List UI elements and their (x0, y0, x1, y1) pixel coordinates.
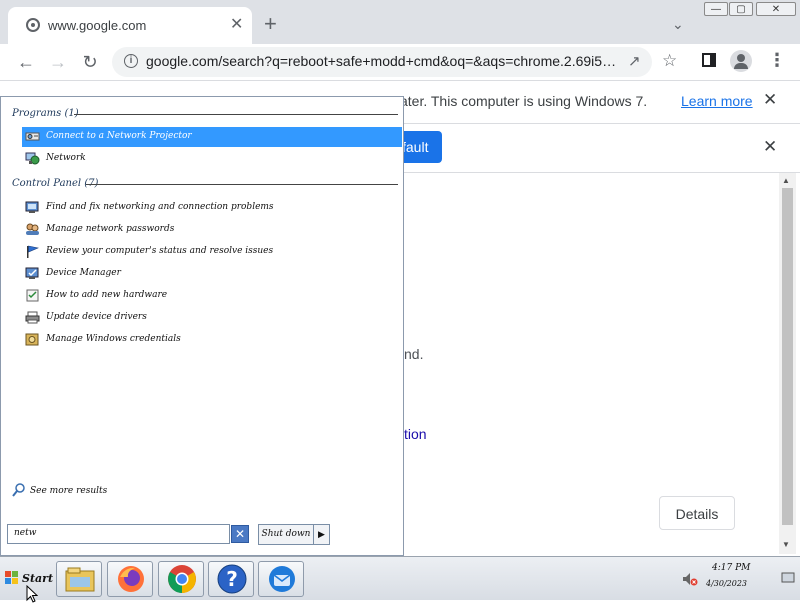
result-label: Find and fix networking and connection p… (46, 202, 274, 212)
volume-muted-icon[interactable] (682, 572, 698, 586)
details-button[interactable]: Details (659, 496, 735, 530)
infobar-message: ater. This computer is using Windows 7. (400, 93, 648, 109)
result-label: Manage Windows credentials (46, 334, 181, 344)
shutdown-options-arrow[interactable]: ▶ (313, 524, 330, 545)
result-find-fix-network[interactable]: Find and fix networking and connection p… (22, 198, 402, 218)
result-update-drivers[interactable]: Update device drivers (22, 308, 402, 328)
magnifier-icon (12, 483, 25, 497)
windows-explorer-icon (65, 567, 95, 592)
maximize-button[interactable]: ▢ (729, 2, 753, 16)
scrollbar-thumb[interactable] (782, 188, 793, 525)
shutdown-button[interactable]: Shut down (258, 524, 314, 545)
infobar-close-icon[interactable]: ✕ (763, 90, 777, 110)
tab-close-icon[interactable]: ✕ (230, 17, 243, 33)
tab-search-icon[interactable]: ⌄ (672, 16, 684, 33)
clock-time[interactable]: 4:17 PM (712, 563, 750, 573)
reload-button[interactable]: ↻ (80, 52, 100, 72)
projector-icon (25, 132, 40, 141)
share-icon[interactable]: ↗ (628, 52, 641, 70)
page-link-fragment[interactable]: tion (404, 426, 427, 442)
page-text-fragment: nd. (404, 346, 424, 362)
result-review-computer-status[interactable]: Review your computer's status and resolv… (22, 242, 402, 262)
close-window-button[interactable]: ✕ (756, 2, 796, 16)
url-text[interactable]: google.com/search?q=reboot+safe+modd+cmd… (146, 53, 618, 69)
taskbar-chrome[interactable] (158, 561, 204, 597)
result-label: How to add new hardware (46, 290, 168, 300)
result-label: Review your computer's status and resolv… (46, 246, 274, 256)
globe-favicon-icon (26, 18, 40, 32)
network-troubleshoot-icon (25, 201, 39, 213)
side-panel-icon[interactable] (702, 53, 716, 67)
bookmark-star-icon[interactable]: ☆ (662, 51, 677, 71)
scroll-up-icon[interactable]: ▲ (782, 176, 790, 185)
result-label: Connect to a Network Projector (46, 131, 192, 141)
clear-search-icon[interactable]: ✕ (231, 525, 249, 543)
clock-date[interactable]: 4/30/2023 (706, 579, 747, 588)
see-more-results-link[interactable]: See more results (30, 486, 107, 496)
result-connect-network-projector[interactable]: Connect to a Network Projector (22, 127, 402, 147)
learn-more-link[interactable]: Learn more (681, 93, 753, 109)
set-default-label: fault (402, 139, 429, 155)
taskbar-thunderbird[interactable] (258, 561, 304, 597)
group-divider (86, 184, 398, 185)
chrome-icon (168, 565, 196, 593)
taskbar-explorer[interactable] (56, 561, 102, 597)
profile-avatar-icon[interactable] (730, 50, 752, 72)
taskbar-help[interactable]: ? (208, 561, 254, 597)
result-add-hardware[interactable]: How to add new hardware (22, 286, 402, 306)
result-manage-network-passwords[interactable]: Manage network passwords (22, 220, 402, 240)
result-manage-credentials[interactable]: Manage Windows credentials (22, 330, 402, 350)
help-icon: ? (217, 564, 247, 594)
printer-icon (25, 311, 40, 324)
tab-title: www.google.com (48, 18, 147, 33)
start-search-input[interactable] (7, 524, 230, 544)
programs-group-header: Programs (1) (12, 108, 79, 119)
start-label: Start (22, 572, 54, 585)
thunderbird-icon (269, 566, 295, 592)
device-manager-icon (25, 267, 39, 279)
result-network[interactable]: Network (22, 149, 402, 169)
svg-text:?: ? (226, 567, 238, 591)
minimize-button[interactable]: — (704, 2, 728, 16)
result-label: Network (46, 153, 86, 163)
checklist-icon (26, 289, 39, 302)
kebab-menu-icon[interactable]: ⋮ (768, 50, 786, 71)
show-desktop-icon[interactable] (781, 572, 795, 584)
mouse-cursor-icon (26, 585, 38, 603)
windows-logo-icon (5, 571, 18, 584)
firefox-icon (118, 566, 144, 592)
start-search-value[interactable]: netw (14, 528, 36, 538)
credential-vault-icon (25, 333, 39, 346)
users-icon (26, 223, 39, 235)
taskbar-firefox[interactable] (107, 561, 153, 597)
infobar2-close-icon[interactable]: ✕ (763, 137, 777, 157)
result-label: Manage network passwords (46, 224, 175, 234)
result-label: Device Manager (46, 268, 121, 278)
back-button[interactable]: ← (16, 52, 36, 72)
network-globe-icon (25, 152, 40, 165)
result-label: Update device drivers (46, 312, 147, 322)
action-center-flag-icon (27, 245, 40, 258)
forward-button[interactable]: → (48, 52, 68, 72)
result-device-manager[interactable]: Device Manager (22, 264, 402, 284)
new-tab-button[interactable]: + (264, 13, 277, 35)
scroll-down-icon[interactable]: ▼ (782, 540, 790, 549)
site-info-icon[interactable]: i (124, 54, 138, 68)
group-divider (74, 114, 398, 115)
